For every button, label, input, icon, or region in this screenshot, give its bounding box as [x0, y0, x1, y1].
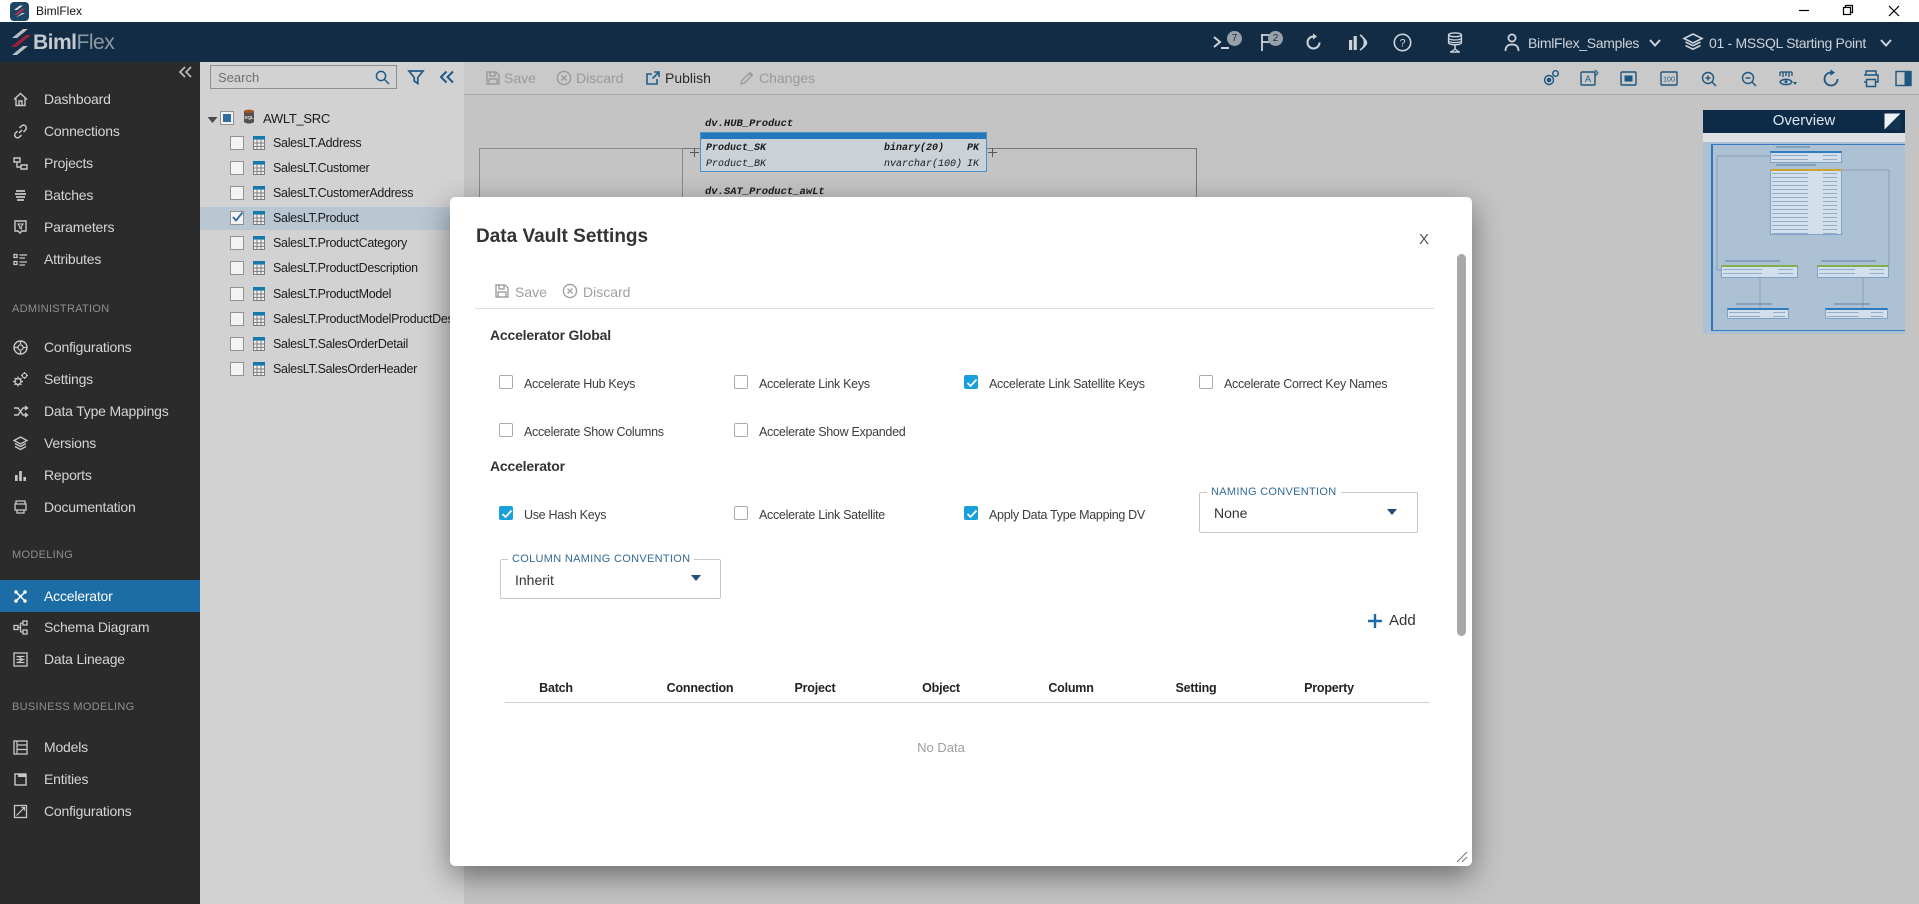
svg-text:100: 100	[1663, 77, 1675, 84]
svg-text:?: ?	[1399, 38, 1405, 50]
svg-text:SQL: SQL	[244, 115, 254, 120]
svg-text:A: A	[1585, 74, 1591, 84]
